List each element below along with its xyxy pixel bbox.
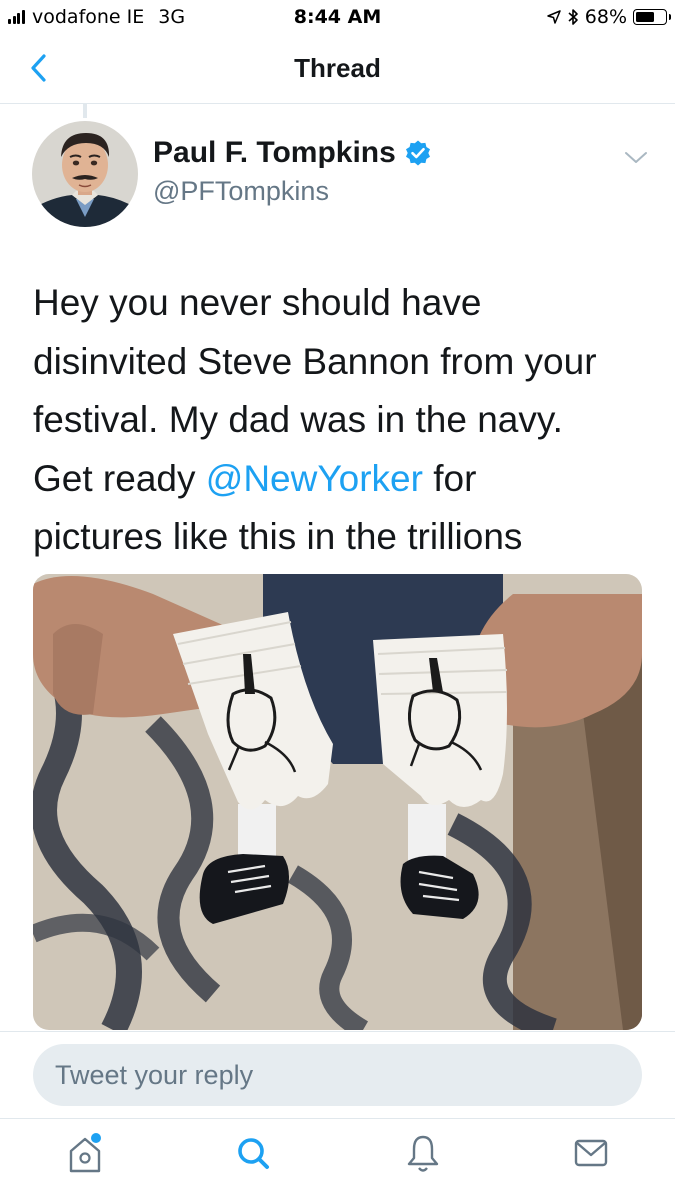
tweet-text: Hey you never should have disinvited Ste… [33, 274, 643, 567]
tweet-text-line: pictures like this in the trillions [33, 508, 643, 567]
battery-icon [633, 9, 671, 25]
author-handle[interactable]: @PFTompkins [153, 176, 329, 207]
envelope-icon [574, 1139, 608, 1167]
verified-badge-icon [405, 140, 430, 166]
thread-connector-line [83, 104, 87, 118]
bell-icon [407, 1135, 439, 1172]
avatar[interactable] [32, 121, 138, 227]
battery-nub [668, 14, 671, 20]
author-name-row: Paul F. Tompkins [153, 136, 432, 170]
battery-percent: 68% [584, 6, 627, 28]
tweet-options-button[interactable] [618, 142, 654, 174]
reply-input[interactable]: Tweet your reply [33, 1044, 642, 1106]
navigation-bar: Thread [0, 36, 675, 104]
tweet-text-segment: Hey you never should have [33, 282, 482, 323]
reply-bar-divider [0, 1031, 675, 1032]
tab-messages[interactable] [561, 1131, 621, 1187]
chevron-down-icon [625, 152, 647, 163]
tweet-text-line: Get ready @NewYorker for [33, 450, 643, 509]
avatar-image [32, 121, 138, 227]
status-right: 68% [547, 6, 671, 28]
tweet-text-line: disinvited Steve Bannon from your [33, 333, 643, 392]
tweet-text-segment: pictures like this in the trillions [33, 516, 523, 557]
status-bar: vodafone IE 3G 8:44 AM 68% [0, 0, 675, 36]
tab-bar [0, 1118, 675, 1200]
tweet-text-line: festival. My dad was in the navy. [33, 391, 643, 450]
tab-search[interactable] [224, 1131, 284, 1187]
page-title: Thread [294, 53, 381, 83]
twitter-thread-screen: vodafone IE 3G 8:44 AM 68% Thread Paul F… [0, 0, 675, 1200]
tweet-text-segment: Get ready [33, 457, 206, 499]
tweet-text-line: Hey you never should have [33, 274, 643, 333]
new-content-dot [91, 1133, 101, 1143]
tweet-photo[interactable] [33, 574, 642, 1030]
location-arrow-icon [547, 10, 561, 24]
tweet-text-segment: festival. My dad was in the navy. [33, 399, 563, 440]
author-name[interactable]: Paul F. Tompkins [153, 136, 396, 170]
tweet-text-segment: for [422, 457, 477, 499]
tab-notifications[interactable] [393, 1131, 453, 1187]
mention-link-newyorker[interactable]: @NewYorker [206, 458, 423, 499]
bluetooth-icon [568, 9, 578, 25]
tweet-photo-image [33, 574, 642, 1030]
battery-fill [636, 12, 655, 22]
tweet-text-segment: disinvited Steve Bannon from your [33, 340, 597, 382]
search-icon [238, 1138, 269, 1169]
tab-home[interactable] [55, 1131, 115, 1187]
